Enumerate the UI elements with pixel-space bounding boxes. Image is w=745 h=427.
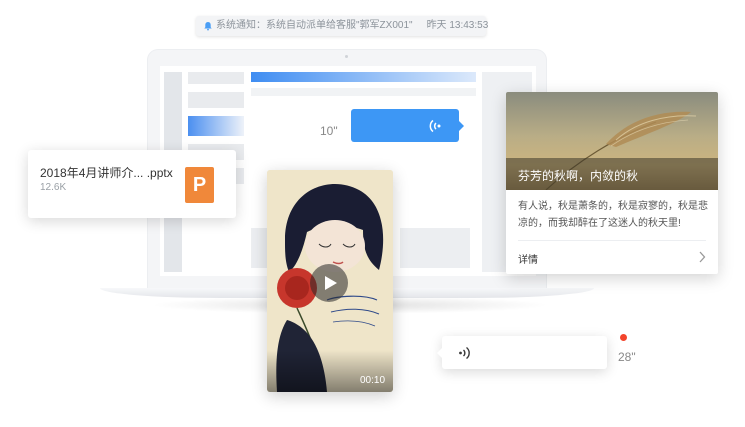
file-message-card[interactable]: 2018年4月讲师介... .pptx 12.6K P	[28, 150, 236, 218]
bell-icon	[203, 21, 213, 31]
file-size: 12.6K	[40, 182, 67, 193]
details-link[interactable]: 详情	[518, 251, 538, 266]
article-body: 有人说，秋是萧条的，秋是寂寥的，秋是悲凉的，而我却醉在了这迷人的秋天里!	[518, 201, 708, 229]
voice-wave-icon	[458, 345, 472, 366]
system-notification: 系统通知：系统自动派单给客服"郭军ZX001" 昨天 13:43:53	[196, 16, 489, 36]
screen-highlight	[188, 116, 244, 136]
camera-dot	[345, 55, 348, 58]
notification-text: 系统通知：系统自动派单给客服"郭军ZX001"	[216, 20, 413, 31]
file-name: 2018年4月讲师介... .pptx	[40, 166, 173, 180]
voice-duration-sent: 10"	[320, 124, 338, 138]
divider	[518, 240, 706, 241]
play-icon	[325, 276, 337, 290]
video-message-card[interactable]: 00:10	[267, 170, 393, 392]
screen-block	[251, 88, 476, 96]
notification-time: 昨天 13:43:53	[426, 20, 489, 31]
voice-message-sent[interactable]	[351, 109, 464, 142]
voice-duration-received: 28"	[618, 350, 636, 364]
voice-message-received[interactable]	[437, 336, 607, 369]
voice-wave-icon	[427, 118, 443, 139]
screen-header-bar	[251, 72, 476, 82]
screen-block	[400, 228, 470, 268]
screen-block	[188, 72, 244, 84]
video-duration: 00:10	[360, 375, 386, 386]
ppt-file-icon: P	[185, 167, 214, 203]
article-card[interactable]: 芬芳的秋啊，内敛的秋 有人说，秋是萧条的，秋是寂寥的，秋是悲凉的，而我却醉在了这…	[506, 92, 718, 274]
screen-block	[188, 92, 244, 108]
article-title: 芬芳的秋啊，内敛的秋	[518, 169, 639, 183]
unread-dot	[620, 334, 627, 341]
chevron-right-icon[interactable]	[698, 250, 706, 268]
play-button[interactable]	[310, 264, 348, 302]
